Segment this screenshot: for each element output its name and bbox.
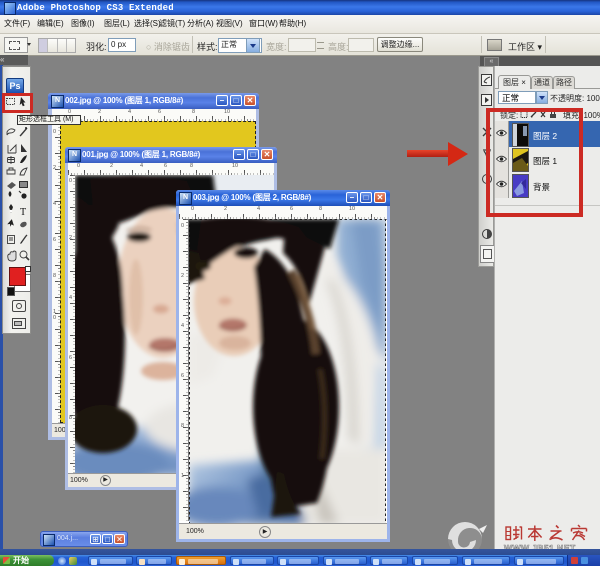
svg-text:T: T xyxy=(20,207,26,218)
